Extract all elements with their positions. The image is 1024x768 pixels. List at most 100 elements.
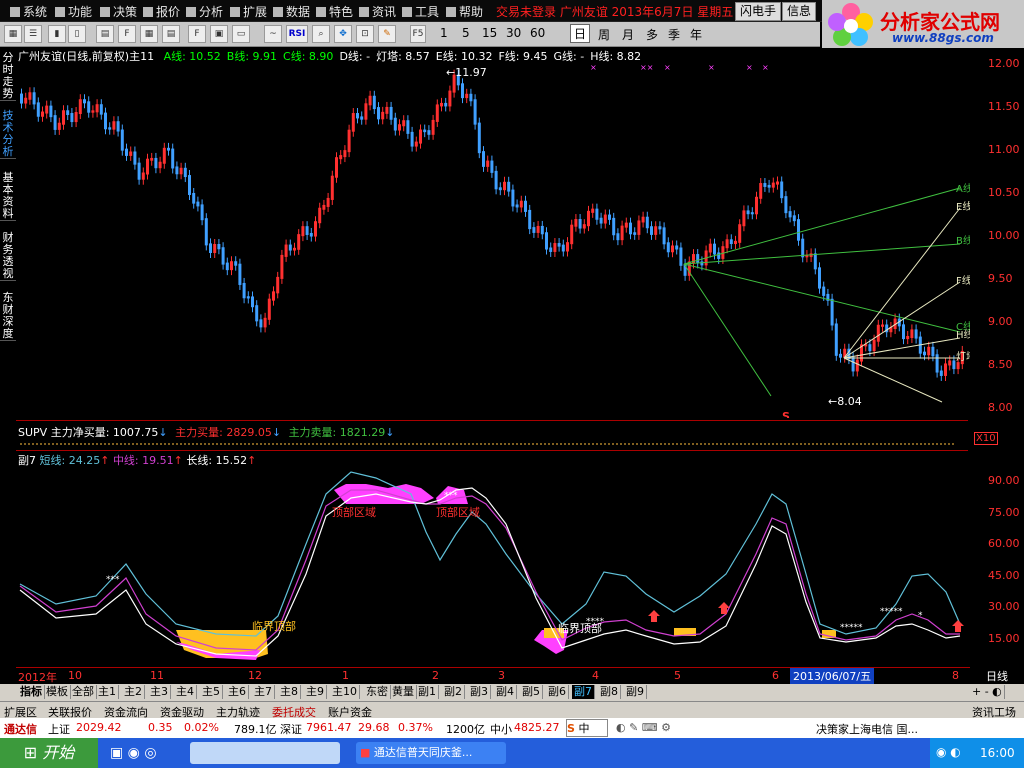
menu-feature[interactable]: 特色 (316, 3, 353, 20)
indicator-tab-7[interactable]: 主5 (200, 685, 223, 699)
menu-quote[interactable]: 报价 (143, 3, 180, 20)
menu-function[interactable]: 功能 (55, 3, 92, 20)
supv-scale: X10 (974, 432, 998, 445)
period-5min[interactable]: 5 (462, 26, 470, 40)
menu-system[interactable]: 系统 (10, 3, 47, 20)
period-month[interactable]: 月 (622, 26, 634, 43)
window-title: 交易未登录 广州友谊 2013年6月7日 星期五 (496, 5, 734, 19)
indicator-tab-1[interactable]: 模板 (44, 685, 71, 699)
candle (566, 242, 569, 252)
candle (263, 317, 267, 328)
task-tongdaxin[interactable]: ■ 通达信普天同庆釜... (356, 742, 506, 764)
candle (53, 115, 57, 130)
indicator-tab-4[interactable]: 主2 (122, 685, 145, 699)
up-arrow-icon (952, 620, 964, 632)
period-quarter[interactable]: 季 (668, 26, 680, 43)
indicator-tab-14[interactable]: 黄量 (390, 685, 417, 699)
chart-grid-icon[interactable]: ▣ (210, 25, 228, 43)
kline-icon[interactable]: ▮ (48, 25, 66, 43)
indicator-tab-11[interactable]: 主9 (304, 685, 327, 699)
candle (259, 319, 263, 328)
candle (944, 363, 947, 376)
candle (750, 212, 754, 215)
task-blank[interactable] (190, 742, 340, 764)
menu-analysis[interactable]: 分析 (186, 3, 223, 20)
period-30min[interactable]: 30 (506, 26, 521, 40)
indicator-tab-10[interactable]: 主8 (278, 685, 301, 699)
table-icon[interactable]: ▦ (140, 25, 158, 43)
indicator-tab-23[interactable]: 副9 (624, 685, 647, 699)
candle (465, 93, 469, 99)
menu-extend[interactable]: 扩展 (230, 3, 267, 20)
tab-intraday[interactable]: 分时走势 (0, 52, 16, 101)
indicator-tab-18[interactable]: 副4 (494, 685, 517, 699)
ime-indicator[interactable]: S 中 (566, 719, 608, 737)
move-icon[interactable]: ✥ (334, 25, 352, 43)
menu-decision[interactable]: 决策 (100, 3, 137, 20)
main-price-chart[interactable]: × ×× × × × × ←11.97 ←8.04 S A线 E线 B线 F线 … (16, 62, 970, 418)
zoom-controls[interactable]: + - ◐ (970, 685, 1005, 699)
indicator-tab-20[interactable]: 副6 (546, 685, 569, 699)
fio-icon[interactable]: F (118, 25, 136, 43)
period-year[interactable]: 年 (690, 26, 702, 43)
flash-trade-button[interactable]: 闪电手 (735, 2, 782, 21)
period-day[interactable]: 日 (570, 24, 591, 43)
candle (356, 113, 359, 119)
report-icon[interactable]: ▤ (96, 25, 114, 43)
sub-indicator-chart[interactable]: 顶部区域 顶部区域 临界顶部 临界顶部 *** *** **** ***** *… (16, 464, 970, 666)
news-scroll[interactable]: 决策家上海电信 国... (816, 721, 918, 737)
indicator-tab-3[interactable]: 主1 (96, 685, 119, 699)
list-icon[interactable]: ☰ (24, 25, 42, 43)
text-icon[interactable]: ▤ (162, 25, 180, 43)
ime-tools-icon[interactable]: ◐ ✎ ⌨ ⚙ (616, 721, 671, 734)
indicator-tab-15[interactable]: 副1 (416, 685, 439, 699)
tab-basic[interactable]: 基本资料 (0, 172, 16, 221)
indicator-tab-6[interactable]: 主4 (174, 685, 197, 699)
candle (603, 214, 607, 224)
candle (444, 102, 448, 107)
indicator-tab-22[interactable]: 副8 (598, 685, 621, 699)
quicklaunch-icons[interactable]: ▣ ◉ ◎ (110, 745, 157, 761)
menu-tools[interactable]: 工具 (402, 3, 439, 20)
period-15min[interactable]: 15 (482, 26, 497, 40)
indicator-tab-9[interactable]: 主7 (252, 685, 275, 699)
indicator-tab-17[interactable]: 副3 (468, 685, 491, 699)
tray-icons[interactable]: ◉ ◐ (936, 745, 961, 759)
info-button[interactable]: 信息 (782, 2, 817, 21)
rsi-icon[interactable]: RSI (286, 25, 308, 43)
period-week[interactable]: 周 (598, 26, 610, 43)
select-icon[interactable]: ⊡ (356, 25, 374, 43)
indicator-tab-5[interactable]: 主3 (148, 685, 171, 699)
tab-finance[interactable]: 财务透视 (0, 232, 16, 281)
axis-tick-label: 60.00 (988, 537, 1020, 551)
indicator-tab-21[interactable]: 副7 (572, 685, 595, 699)
candle (524, 200, 527, 212)
indicator-tab-0[interactable]: 指标 (18, 685, 45, 699)
indicator-icon[interactable]: ~ (264, 25, 282, 43)
candle-icon[interactable]: ▯ (68, 25, 86, 43)
f5-button[interactable]: F5 (410, 25, 426, 43)
indicator-tab-8[interactable]: 主6 (226, 685, 249, 699)
pencil-icon[interactable]: ✎ (378, 25, 396, 43)
menu-help[interactable]: 帮助 (446, 3, 483, 20)
period-60min[interactable]: 60 (530, 26, 545, 40)
menu-data[interactable]: 数据 (273, 3, 310, 20)
indicator-tab-12[interactable]: 主10 (330, 685, 360, 699)
indicator-tab-16[interactable]: 副2 (442, 685, 465, 699)
indicator-tab-13[interactable]: 东密 (364, 685, 391, 699)
fiz-icon[interactable]: F (188, 25, 206, 43)
grid-icon[interactable]: ▦ (4, 25, 22, 43)
period-multi[interactable]: 多 (646, 26, 658, 43)
indicator-tab-19[interactable]: 副5 (520, 685, 543, 699)
candle (549, 247, 553, 252)
tab-eastmoney[interactable]: 东财深度 (0, 292, 16, 341)
period-1min[interactable]: 1 (440, 26, 448, 40)
time-label: 4 (592, 669, 599, 682)
candle (519, 200, 523, 208)
menu-news[interactable]: 资讯 (359, 3, 396, 20)
zoom-icon[interactable]: ⌕ (312, 25, 330, 43)
indicator-tab-2[interactable]: 全部 (70, 685, 97, 699)
tab-technical[interactable]: 技术分析 (0, 110, 16, 159)
start-button[interactable]: ⊞ 开始 (0, 738, 98, 768)
window-icon[interactable]: ▭ (232, 25, 250, 43)
